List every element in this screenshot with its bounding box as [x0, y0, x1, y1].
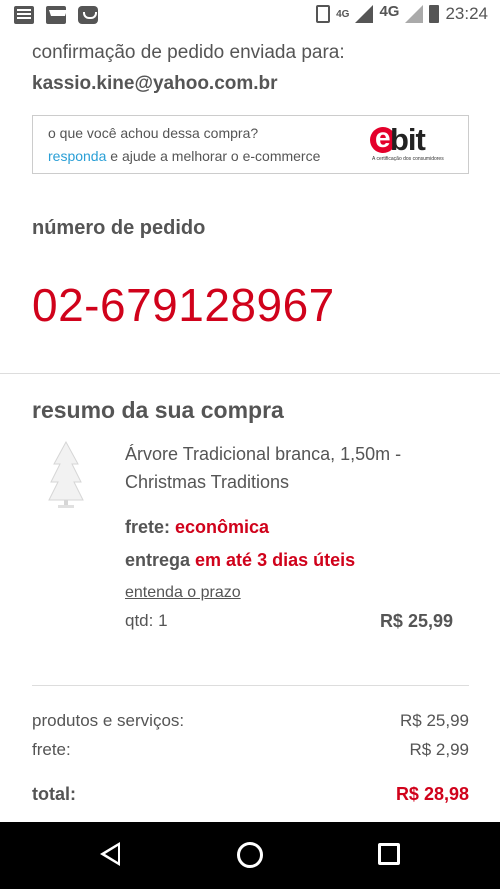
ebit-logo-text: bit: [390, 122, 426, 157]
quantity: qtd: 1: [125, 611, 168, 630]
shipping-type: frete: econômica: [125, 517, 269, 538]
subtotal-row: produtos e serviços: R$ 25,99: [32, 711, 469, 731]
navigation-bar: [0, 822, 500, 889]
delivery-estimate: entrega em até 3 dias úteis: [125, 550, 355, 571]
clock: 23:24: [445, 4, 488, 23]
understand-deadline-link[interactable]: entenda o prazo: [125, 584, 241, 602]
delivery-value: em até 3 dias úteis: [195, 550, 356, 570]
ebit-prompt-text: e ajude a melhorar o e-commerce: [106, 148, 321, 164]
confirmation-label: confirmação de pedido enviada para:: [32, 42, 345, 63]
subtotal-label: produtos e serviços:: [32, 711, 185, 730]
delivery-label: entrega: [125, 550, 196, 570]
ebit-respond-link[interactable]: responda: [48, 148, 106, 164]
network-type-small: 4G: [336, 8, 350, 20]
battery-icon: [429, 5, 440, 23]
mail-notification-icon: [46, 6, 67, 24]
ebit-feedback-box[interactable]: o que você achou dessa compra? responda …: [32, 115, 469, 174]
shipping-type-value: econômica: [175, 517, 270, 537]
order-number: 02-679128967: [32, 279, 335, 331]
home-icon[interactable]: [237, 842, 263, 868]
network-type-large: 4G: [379, 2, 400, 20]
signal-weak-icon: [405, 5, 424, 23]
total-label: total:: [32, 784, 76, 804]
app-notification-icon: [78, 6, 98, 24]
vibrate-icon: [316, 5, 331, 23]
ebit-logo: bit A certificação dos consumidores: [370, 122, 452, 164]
ebit-question: o que você achou dessa compra?: [48, 125, 259, 141]
ebit-tagline: A certificação dos consumidores: [372, 156, 444, 162]
confirmation-email: kassio.kine@yahoo.com.br: [32, 73, 278, 94]
item-price: R$ 25,99: [379, 611, 453, 631]
totals-divider: [32, 685, 469, 686]
total-value: R$ 28,98: [395, 784, 469, 804]
shipping-row: frete: R$ 2,99: [32, 740, 469, 760]
subtotal-value: R$ 25,99: [400, 711, 469, 730]
back-icon[interactable]: [100, 842, 120, 866]
recent-apps-icon[interactable]: [378, 843, 400, 865]
summary-title: resumo da sua compra: [32, 397, 284, 423]
section-divider: [0, 373, 500, 374]
total-row: total: R$ 28,98: [32, 784, 469, 805]
product-thumbnail: [48, 440, 84, 508]
shipping-label: frete:: [32, 740, 71, 759]
product-name[interactable]: Árvore Tradicional branca, 1,50m - Chris…: [125, 440, 455, 496]
shipping-type-label: frete:: [125, 517, 176, 537]
signal-icon: [355, 5, 374, 23]
shipping-value: R$ 2,99: [409, 740, 469, 759]
order-number-label: número de pedido: [32, 217, 206, 239]
status-bar: 4G 4G 23:24: [0, 0, 500, 34]
message-notification-icon: [14, 6, 34, 24]
ebit-prompt: responda e ajude a melhorar o e-commerce: [48, 148, 320, 164]
